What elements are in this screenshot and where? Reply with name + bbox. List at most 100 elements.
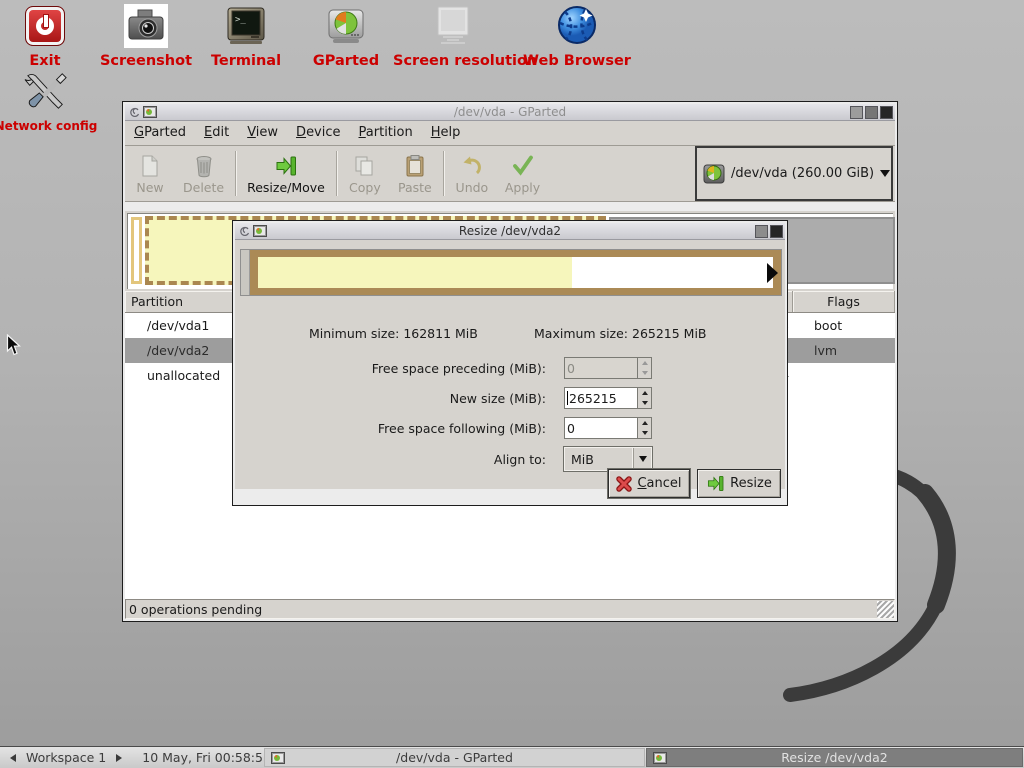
camera-icon (124, 4, 168, 48)
copy-icon (353, 154, 377, 178)
taskbar-task-gparted[interactable]: /dev/vda - GParted (264, 748, 645, 767)
desktop-icon-label: GParted (286, 53, 406, 69)
workspace-next-icon[interactable] (116, 754, 122, 762)
resize-slider-widget[interactable] (240, 249, 782, 296)
desktop-icon-web-browser[interactable]: Web Browser (517, 4, 637, 69)
cancel-button[interactable]: Cancel (608, 469, 690, 498)
status-bar: 0 operations pending (125, 599, 895, 619)
monitor-icon (431, 4, 475, 48)
minimum-size-label: Minimum size: 162811 MiB (309, 326, 478, 341)
desktop-icon-gparted[interactable]: GParted (286, 4, 406, 69)
maximum-size-label: Maximum size: 265215 MiB (534, 326, 707, 341)
menu-edit[interactable]: Edit (195, 121, 238, 145)
column-header-flags[interactable]: Flags (793, 291, 895, 312)
resize-dialog: Resize /dev/vda2 Minimum size: 162811 Mi… (232, 220, 788, 506)
workspace-label[interactable]: Workspace 1 (26, 750, 106, 765)
slider-used-area (258, 257, 572, 288)
free-space-preceding-input[interactable]: 0 (564, 357, 637, 379)
close-button[interactable] (770, 225, 783, 238)
undo-button[interactable]: Undo (447, 146, 497, 201)
apply-check-icon (511, 154, 535, 178)
globe-icon (555, 4, 599, 48)
desktop: { "colors": { "desktop_label": "#cc0000"… (0, 0, 1024, 768)
toolbar-separator (336, 151, 337, 196)
chevron-down-icon (639, 456, 647, 462)
new-partition-icon (139, 154, 161, 178)
device-combo-value: /dev/vda (260.00 GiB) (731, 166, 874, 181)
new-size-spinner[interactable]: 265215 (564, 387, 652, 409)
chevron-down-icon (880, 170, 890, 177)
paste-clipboard-icon (404, 154, 426, 178)
cancel-x-icon (616, 476, 632, 492)
desktop-icon-label: Web Browser (517, 53, 637, 69)
spin-up-icon[interactable] (638, 358, 651, 368)
new-size-input[interactable]: 265215 (564, 387, 637, 409)
menu-help[interactable]: Help (422, 121, 470, 145)
minimize-button[interactable] (850, 106, 863, 119)
resize-confirm-button[interactable]: Resize (697, 469, 781, 498)
task-label: /dev/vda - GParted (265, 750, 644, 765)
resize-move-button[interactable]: Resize/Move (239, 146, 333, 201)
device-selector[interactable]: /dev/vda (260.00 GiB) (695, 146, 893, 201)
clock: 10 May, Fri 00:58:55 (142, 750, 271, 765)
mouse-cursor (6, 334, 21, 356)
dialog-title: Resize /dev/vda2 (235, 224, 785, 238)
paste-button[interactable]: Paste (390, 146, 440, 201)
dialog-body: Minimum size: 162811 MiB Maximum size: 2… (235, 240, 785, 489)
text-caret (567, 391, 568, 405)
tools-icon (24, 70, 68, 114)
delete-button[interactable]: Delete (175, 146, 232, 201)
spin-down-icon[interactable] (638, 428, 651, 438)
resize-arrow-icon (706, 474, 725, 493)
main-titlebar[interactable]: /dev/vda - GParted (125, 104, 895, 121)
resize-arrow-icon (274, 154, 298, 178)
spin-up-icon[interactable] (638, 418, 651, 428)
slider-left-grip[interactable] (241, 250, 250, 295)
menu-gparted[interactable]: GParted (125, 121, 195, 145)
power-exit-icon (23, 4, 67, 48)
undo-arrow-icon (461, 154, 483, 178)
main-window-title: /dev/vda - GParted (125, 105, 895, 119)
maximize-button[interactable] (865, 106, 878, 119)
harddisk-icon (703, 163, 725, 185)
spin-down-icon[interactable] (638, 398, 651, 408)
taskbar: Workspace 1 10 May, Fri 00:58:55 /dev/vd… (0, 746, 1024, 768)
partition-segment-vda1[interactable] (131, 217, 142, 284)
resize-grip[interactable] (877, 601, 894, 618)
free-space-following-input[interactable]: 0 (564, 417, 637, 439)
copy-button[interactable]: Copy (340, 146, 390, 201)
dialog-titlebar[interactable]: Resize /dev/vda2 (235, 223, 785, 240)
toolbar-separator (235, 151, 236, 196)
menu-view[interactable]: View (238, 121, 287, 145)
free-space-preceding-label: Free space preceding (MiB): (235, 361, 546, 376)
desktop-icon-label: Screen resolution (393, 53, 513, 69)
align-to-label: Align to: (235, 452, 546, 467)
desktop-icon-network-config[interactable]: Network config (0, 70, 106, 133)
gparted-app-icon (271, 752, 285, 764)
disk-pie-icon (324, 4, 368, 48)
apply-button[interactable]: Apply (497, 146, 548, 201)
terminal-crt-icon: >_ (224, 4, 268, 48)
menu-device[interactable]: Device (287, 121, 349, 145)
slider-right-handle-icon[interactable] (767, 263, 778, 283)
close-button[interactable] (880, 106, 893, 119)
slider-frame (250, 250, 781, 295)
free-space-preceding-spinner[interactable]: 0 (564, 357, 652, 379)
taskbar-task-resize-dialog[interactable]: Resize /dev/vda2 (646, 748, 1023, 767)
gparted-app-icon (653, 752, 667, 764)
free-space-following-label: Free space following (MiB): (235, 421, 546, 436)
new-size-label: New size (MiB): (235, 391, 546, 406)
status-text: 0 operations pending (129, 602, 262, 617)
spin-down-icon[interactable] (638, 368, 651, 378)
menu-partition[interactable]: Partition (350, 121, 422, 145)
free-space-following-spinner[interactable]: 0 (564, 417, 652, 439)
maximize-button[interactable] (755, 225, 768, 238)
new-button[interactable]: New (125, 146, 175, 201)
align-to-dropdown[interactable]: MiB (564, 447, 652, 471)
toolbar-separator (443, 151, 444, 196)
desktop-icon-screen-resolution[interactable]: Screen resolution (393, 4, 513, 69)
spin-up-icon[interactable] (638, 388, 651, 398)
delete-trash-icon (193, 154, 215, 178)
workspace-prev-icon[interactable] (10, 754, 16, 762)
align-to-value: MiB (565, 452, 633, 467)
